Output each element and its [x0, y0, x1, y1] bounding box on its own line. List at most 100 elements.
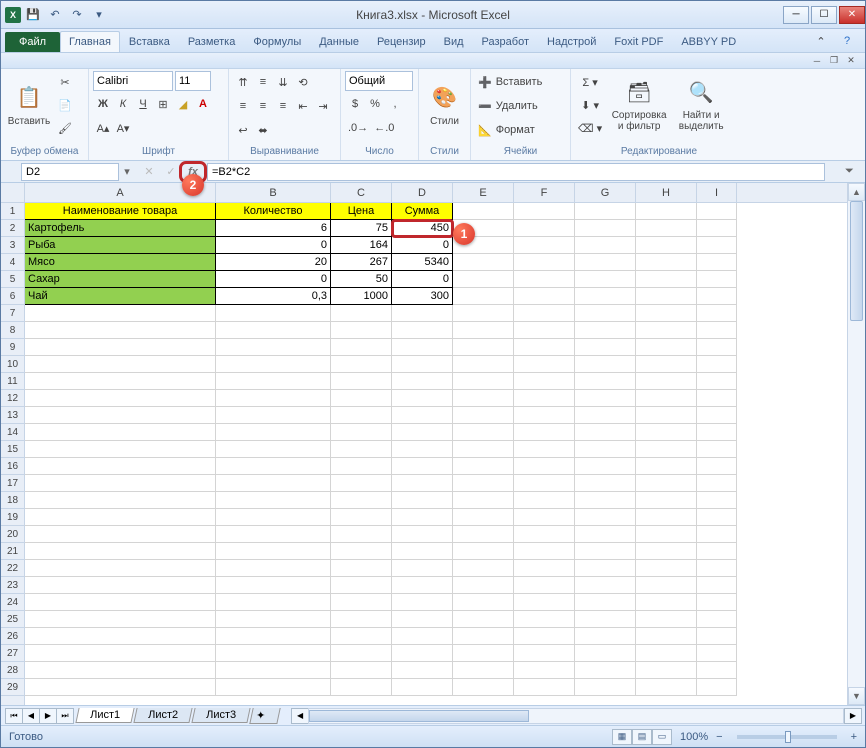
font-size-combo[interactable]: 11 [175, 71, 211, 91]
cell[interactable] [636, 237, 697, 254]
cell[interactable] [331, 543, 392, 560]
cell[interactable] [25, 509, 216, 526]
cell[interactable]: 75 [331, 220, 392, 237]
cell[interactable] [514, 424, 575, 441]
scroll-up-button[interactable]: ▲ [848, 183, 865, 201]
cell[interactable] [25, 543, 216, 560]
cell[interactable] [697, 577, 737, 594]
indent-dec-button[interactable]: ⇤ [293, 95, 313, 117]
vscroll-thumb[interactable] [850, 201, 863, 321]
cell[interactable] [453, 611, 514, 628]
row-header[interactable]: 8 [1, 322, 24, 339]
cell[interactable] [697, 424, 737, 441]
cell[interactable] [25, 577, 216, 594]
cell[interactable] [392, 679, 453, 696]
italic-button[interactable]: К [113, 93, 133, 115]
row-header[interactable]: 2 [1, 220, 24, 237]
cell[interactable] [636, 577, 697, 594]
cell[interactable] [575, 475, 636, 492]
cell[interactable]: 20 [216, 254, 331, 271]
cell[interactable] [25, 441, 216, 458]
cell[interactable] [575, 356, 636, 373]
format-cells-button[interactable]: 📐 Формат [475, 119, 569, 141]
cell[interactable] [575, 424, 636, 441]
row-header[interactable]: 13 [1, 407, 24, 424]
cell[interactable] [216, 407, 331, 424]
cell[interactable] [697, 628, 737, 645]
cell[interactable] [514, 543, 575, 560]
cell[interactable] [392, 645, 453, 662]
cell[interactable]: 300 [392, 288, 453, 305]
cell[interactable] [25, 526, 216, 543]
cell[interactable] [575, 203, 636, 220]
cell[interactable] [331, 458, 392, 475]
row-header[interactable]: 1 [1, 203, 24, 220]
qat-redo[interactable]: ↷ [67, 5, 87, 25]
cell[interactable] [575, 288, 636, 305]
maximize-button[interactable]: ☐ [811, 6, 837, 24]
cell[interactable] [331, 492, 392, 509]
cell[interactable] [697, 543, 737, 560]
cell[interactable] [636, 475, 697, 492]
cell[interactable] [697, 458, 737, 475]
cell[interactable] [453, 441, 514, 458]
cell[interactable] [697, 662, 737, 679]
cell[interactable] [514, 305, 575, 322]
cell[interactable]: 5340 [392, 254, 453, 271]
decrease-decimal-button[interactable]: ←.0 [371, 117, 397, 139]
cell[interactable]: 0 [392, 271, 453, 288]
cell[interactable] [514, 339, 575, 356]
cell[interactable] [514, 288, 575, 305]
tab-review[interactable]: Рецензир [368, 31, 435, 52]
bold-button[interactable]: Ж [93, 93, 113, 115]
cell[interactable] [575, 628, 636, 645]
cell[interactable] [697, 594, 737, 611]
decrease-font-button[interactable]: A▾ [113, 117, 133, 139]
row-header[interactable]: 15 [1, 441, 24, 458]
cell[interactable] [575, 645, 636, 662]
cell[interactable]: 1000 [331, 288, 392, 305]
hscroll-track[interactable] [308, 708, 844, 724]
cell[interactable] [514, 662, 575, 679]
row-header[interactable]: 26 [1, 628, 24, 645]
cell[interactable] [392, 594, 453, 611]
cell[interactable] [331, 526, 392, 543]
tab-abbyy[interactable]: ABBYY PD [672, 31, 745, 52]
qat-undo[interactable]: ↶ [45, 5, 65, 25]
cell[interactable] [697, 305, 737, 322]
cell[interactable]: Сумма [392, 203, 453, 220]
cell-selected[interactable]: 450 [392, 220, 453, 237]
row-header[interactable]: 17 [1, 475, 24, 492]
file-tab[interactable]: Файл [5, 32, 60, 52]
cell[interactable] [331, 305, 392, 322]
cell[interactable] [216, 475, 331, 492]
cell[interactable] [216, 492, 331, 509]
vscroll-track[interactable] [848, 201, 865, 687]
tab-formulas[interactable]: Формулы [244, 31, 310, 52]
row-header[interactable]: 5 [1, 271, 24, 288]
formula-input[interactable]: =B2*C2 [207, 163, 825, 181]
cell[interactable] [636, 662, 697, 679]
wrap-text-button[interactable]: ↩ [233, 119, 253, 141]
row-header[interactable]: 6 [1, 288, 24, 305]
cell[interactable]: Сахар [25, 271, 216, 288]
cell[interactable] [392, 509, 453, 526]
row-header[interactable]: 28 [1, 662, 24, 679]
cell[interactable] [392, 458, 453, 475]
cell[interactable] [216, 322, 331, 339]
cell[interactable] [25, 662, 216, 679]
cell[interactable] [392, 322, 453, 339]
font-name-combo[interactable]: Calibri [93, 71, 173, 91]
cell[interactable] [575, 543, 636, 560]
cell[interactable] [216, 458, 331, 475]
cell[interactable] [514, 441, 575, 458]
col-header[interactable]: I [697, 183, 737, 202]
cell[interactable] [331, 373, 392, 390]
cell[interactable] [216, 509, 331, 526]
align-top-button[interactable]: ⇈ [233, 71, 253, 93]
cell[interactable] [453, 560, 514, 577]
cell[interactable] [216, 611, 331, 628]
cell[interactable] [453, 424, 514, 441]
cell[interactable]: Чай [25, 288, 216, 305]
cell[interactable] [392, 662, 453, 679]
